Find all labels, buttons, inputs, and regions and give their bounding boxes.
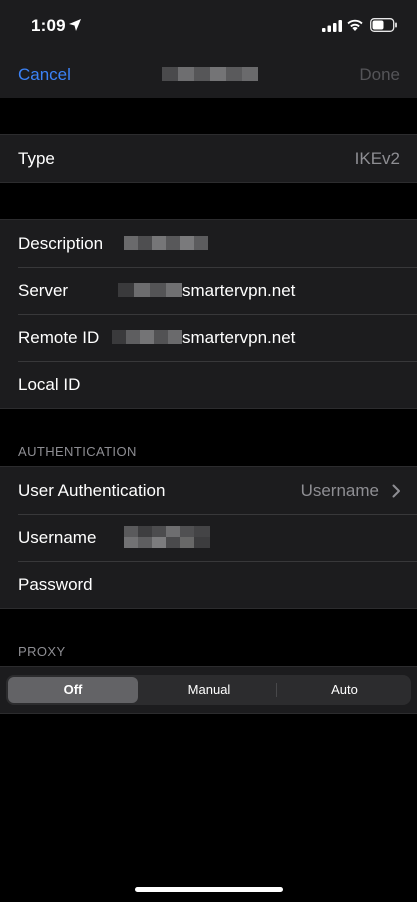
home-indicator: [135, 887, 283, 892]
segment-divider: [276, 683, 277, 697]
done-button[interactable]: Done: [359, 65, 400, 85]
status-time: 1:09: [31, 16, 66, 35]
type-row[interactable]: Type IKEv2: [0, 135, 417, 182]
description-label: Description: [18, 234, 104, 253]
location-arrow-icon: [69, 19, 81, 31]
remote-id-row[interactable]: Remote ID smartervpn.net: [0, 314, 417, 361]
server-label: Server: [18, 281, 69, 300]
battery-icon: [370, 18, 397, 32]
type-value: IKEv2: [354, 149, 400, 168]
remote-id-prefix-redacted: [112, 330, 182, 344]
wifi-icon: [347, 19, 363, 31]
user-authentication-value: Username: [300, 481, 379, 500]
proxy-option-auto[interactable]: Auto: [278, 675, 411, 705]
cellular-signal-icon: [322, 20, 342, 32]
cancel-button[interactable]: Cancel: [18, 65, 71, 85]
user-authentication-label: User Authentication: [18, 481, 166, 500]
proxy-segmented-control[interactable]: Off Manual Auto: [6, 675, 411, 705]
proxy-area: Off Manual Auto: [0, 666, 417, 714]
remote-id-value[interactable]: smartervpn.net: [182, 328, 295, 348]
type-group: Type IKEv2: [0, 134, 417, 183]
status-bar: 1:09: [0, 0, 417, 54]
nav-bar: Cancel Done: [0, 54, 417, 98]
local-id-row[interactable]: Local ID: [0, 361, 417, 408]
user-authentication-row[interactable]: User Authentication Username: [0, 467, 417, 514]
username-row[interactable]: Username: [0, 514, 417, 561]
description-row[interactable]: Description: [0, 220, 417, 267]
server-row[interactable]: Server smartervpn.net: [0, 267, 417, 314]
server-value[interactable]: smartervpn.net: [182, 281, 295, 301]
username-value-redacted[interactable]: [124, 526, 210, 548]
connection-group: Description Server smartervpn.net Remote…: [0, 219, 417, 409]
description-value-redacted[interactable]: [124, 236, 208, 250]
chevron-right-icon: [392, 484, 400, 498]
local-id-label: Local ID: [18, 375, 81, 394]
server-prefix-redacted: [118, 283, 182, 297]
authentication-group: User Authentication Username Username Pa…: [0, 466, 417, 609]
proxy-option-manual[interactable]: Manual: [142, 675, 276, 705]
authentication-header: AUTHENTICATION: [18, 444, 137, 459]
password-label: Password: [18, 575, 93, 594]
remote-id-label: Remote ID: [18, 328, 100, 347]
type-label: Type: [18, 149, 55, 168]
nav-title-redacted: [162, 67, 258, 81]
username-label: Username: [18, 528, 97, 547]
proxy-header: PROXY: [18, 644, 66, 659]
password-row[interactable]: Password: [0, 561, 417, 608]
proxy-option-off[interactable]: Off: [8, 675, 138, 705]
